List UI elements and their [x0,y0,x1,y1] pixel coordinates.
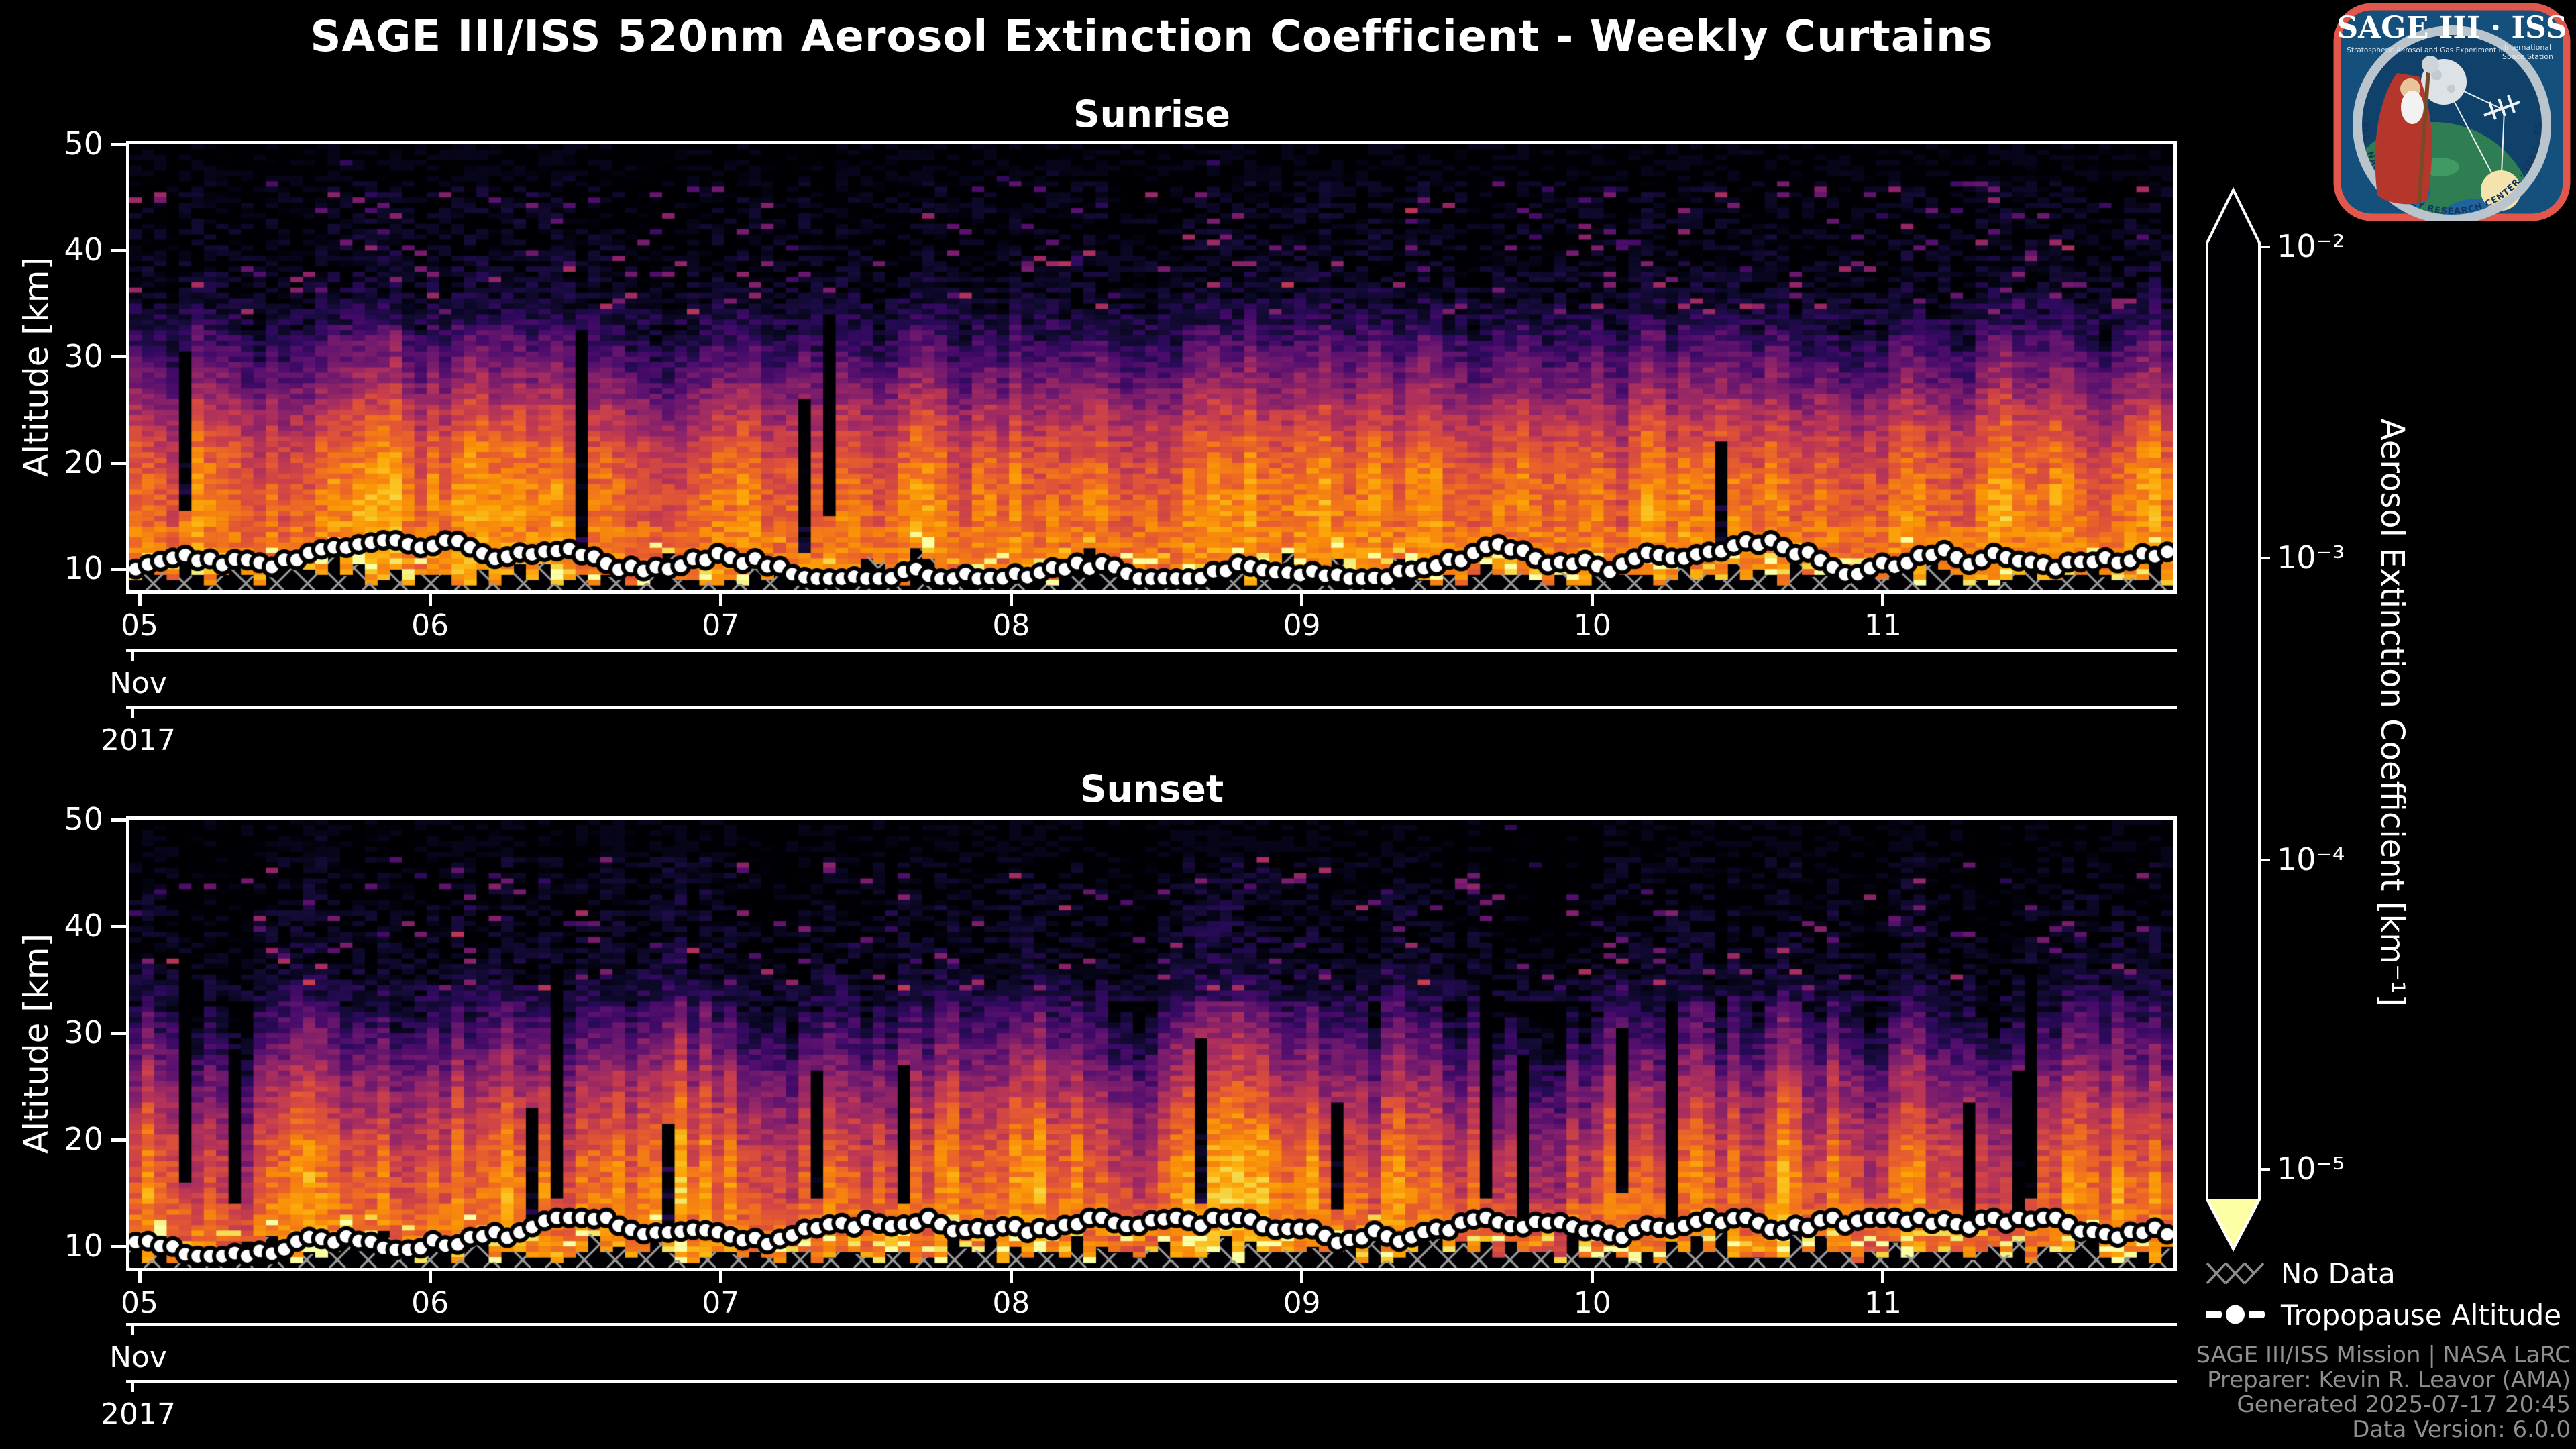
sunset-x-tick-label: 10 [1552,1286,1633,1320]
sunrise-month-tickmark [131,652,134,661]
sunrise-x-tick-label: 08 [971,608,1051,643]
sunset-heatmap-canvas [129,820,2174,1268]
sunset-x-tick-label: 06 [390,1286,470,1320]
sunset-x-tickmark [1591,1271,1594,1283]
colorbar-axis-label: Aerosol Extinction Coefficient [km⁻¹] [2373,419,2411,1007]
logo-subtitle-left: Stratospheric Aerosol and Gas Experiment… [2347,46,2505,54]
sunset-y-tick-label: 30 [19,1014,103,1051]
footer: SAGE III/ISS Mission | NASA LaRC Prepare… [2196,1343,2571,1442]
colorbar-tick-label: 10⁻⁴ [2277,841,2345,877]
sunrise-x-tickmark [1010,594,1013,606]
logo-subtitle-right1: International [2504,43,2551,52]
sunset-year-axis-line [126,1380,2177,1383]
page-title: SAGE III/ISS 520nm Aerosol Extinction Co… [0,12,2304,62]
mission-logo: BALL · NASA LANGLEY RESEARCH CENTER · TA… [2333,3,2571,221]
sunset-month-label: Nov [85,1340,192,1375]
figure: SAGE III/ISS 520nm Aerosol Extinction Co… [0,0,2576,1449]
sunrise-y-tickmark [111,249,126,252]
sunrise-x-tickmark [429,594,432,606]
sunrise-y-tick-label: 50 [19,125,103,162]
footer-line: Data Version: 6.0.0 [2196,1417,2571,1442]
sunset-x-tickmark [1300,1271,1303,1283]
sunset-year-label: 2017 [85,1397,192,1432]
sunset-y-tick-label: 50 [19,801,103,837]
sunrise-year-axis-line [126,706,2177,709]
sunrise-x-tick-label: 11 [1843,608,1923,643]
sunset-y-tick-label: 10 [19,1228,103,1264]
logo-moon-crater [2447,85,2455,93]
sunrise-month-label: Nov [85,666,192,700]
tropopause-label: Tropopause Altitude [2281,1299,2561,1332]
sunset-plot-area [126,816,2177,1271]
sunrise-x-tickmark [1300,594,1303,606]
colorbar-ticks [2259,247,2270,1169]
sunrise-y-tick-label: 40 [19,231,103,268]
sunset-x-tickmark [1881,1271,1884,1283]
sunset-y-tickmark [111,1138,126,1142]
sunset-x-tickmark [429,1271,432,1283]
sunrise-x-tickmark [138,594,142,606]
footer-line: Generated 2025-07-17 20:45 [2196,1393,2571,1417]
sunrise-y-tick-label: 30 [19,338,103,374]
sunset-x-tickmark [1010,1271,1013,1283]
logo-title: SAGE III · ISS [2337,11,2567,45]
sunrise-y-tickmark [111,355,126,358]
sunset-x-tickmark [719,1271,722,1283]
sunrise-month-axis-line [126,649,2177,652]
sunset-year-tickmark [131,1383,134,1392]
sunrise-plot-area [126,141,2177,594]
sunrise-x-tickmark [719,594,722,606]
sunset-x-tick-label: 07 [680,1286,761,1320]
sunrise-x-tick-label: 09 [1262,608,1342,643]
no-data-label: No Data [2281,1257,2396,1290]
sunrise-heatmap-canvas [129,144,2174,590]
colorbar-tick-label: 10⁻² [2277,228,2345,264]
sunrise-year-label: 2017 [85,723,192,757]
sunrise-y-tickmark [111,462,126,465]
sunrise-x-tick-label: 07 [680,608,761,643]
sunset-x-tick-label: 11 [1843,1286,1923,1320]
colorbar [2204,184,2278,1258]
sunrise-year-tickmark [131,709,134,718]
sunrise-x-tickmark [1881,594,1884,606]
sunset-x-tickmark [138,1271,142,1283]
sunset-y-tickmark [111,1032,126,1035]
sunrise-x-tick-label: 06 [390,608,470,643]
sunrise-y-tickmark [111,568,126,571]
logo-subtitle-right2: Space Station [2502,52,2553,61]
sunrise-x-tick-label: 10 [1552,608,1633,643]
no-data-swatch-icon [2206,1261,2265,1285]
sunset-x-tick-label: 09 [1262,1286,1342,1320]
footer-line: SAGE III/ISS Mission | NASA LaRC [2196,1343,2571,1368]
sunset-month-axis-line [126,1323,2177,1326]
footer-line: Preparer: Kevin R. Leavor (AMA) [2196,1368,2571,1393]
sunrise-y-tickmark [111,143,126,146]
sunset-x-tick-label: 08 [971,1286,1051,1320]
sunset-y-tickmark [111,818,126,822]
sunset-y-tick-label: 20 [19,1121,103,1157]
sunrise-x-tickmark [1591,594,1594,606]
colorbar-tick-label: 10⁻⁵ [2277,1150,2345,1187]
sunrise-panel-title: Sunrise [0,93,2304,136]
sunset-month-tickmark [131,1326,134,1335]
sunset-y-tickmark [111,925,126,928]
sunrise-x-tick-label: 05 [99,608,180,643]
sunset-y-tick-label: 40 [19,908,103,944]
sunrise-y-tick-label: 20 [19,444,103,480]
tropopause-swatch-icon [2206,1301,2265,1328]
sunset-x-tick-label: 05 [99,1286,180,1320]
colorbar-tick-label: 10⁻³ [2277,539,2345,576]
sunrise-y-tick-label: 10 [19,550,103,586]
sunset-panel-title: Sunset [0,767,2304,810]
colorbar-gradient-bar [2207,190,2259,1249]
sunset-y-tickmark [111,1245,126,1248]
